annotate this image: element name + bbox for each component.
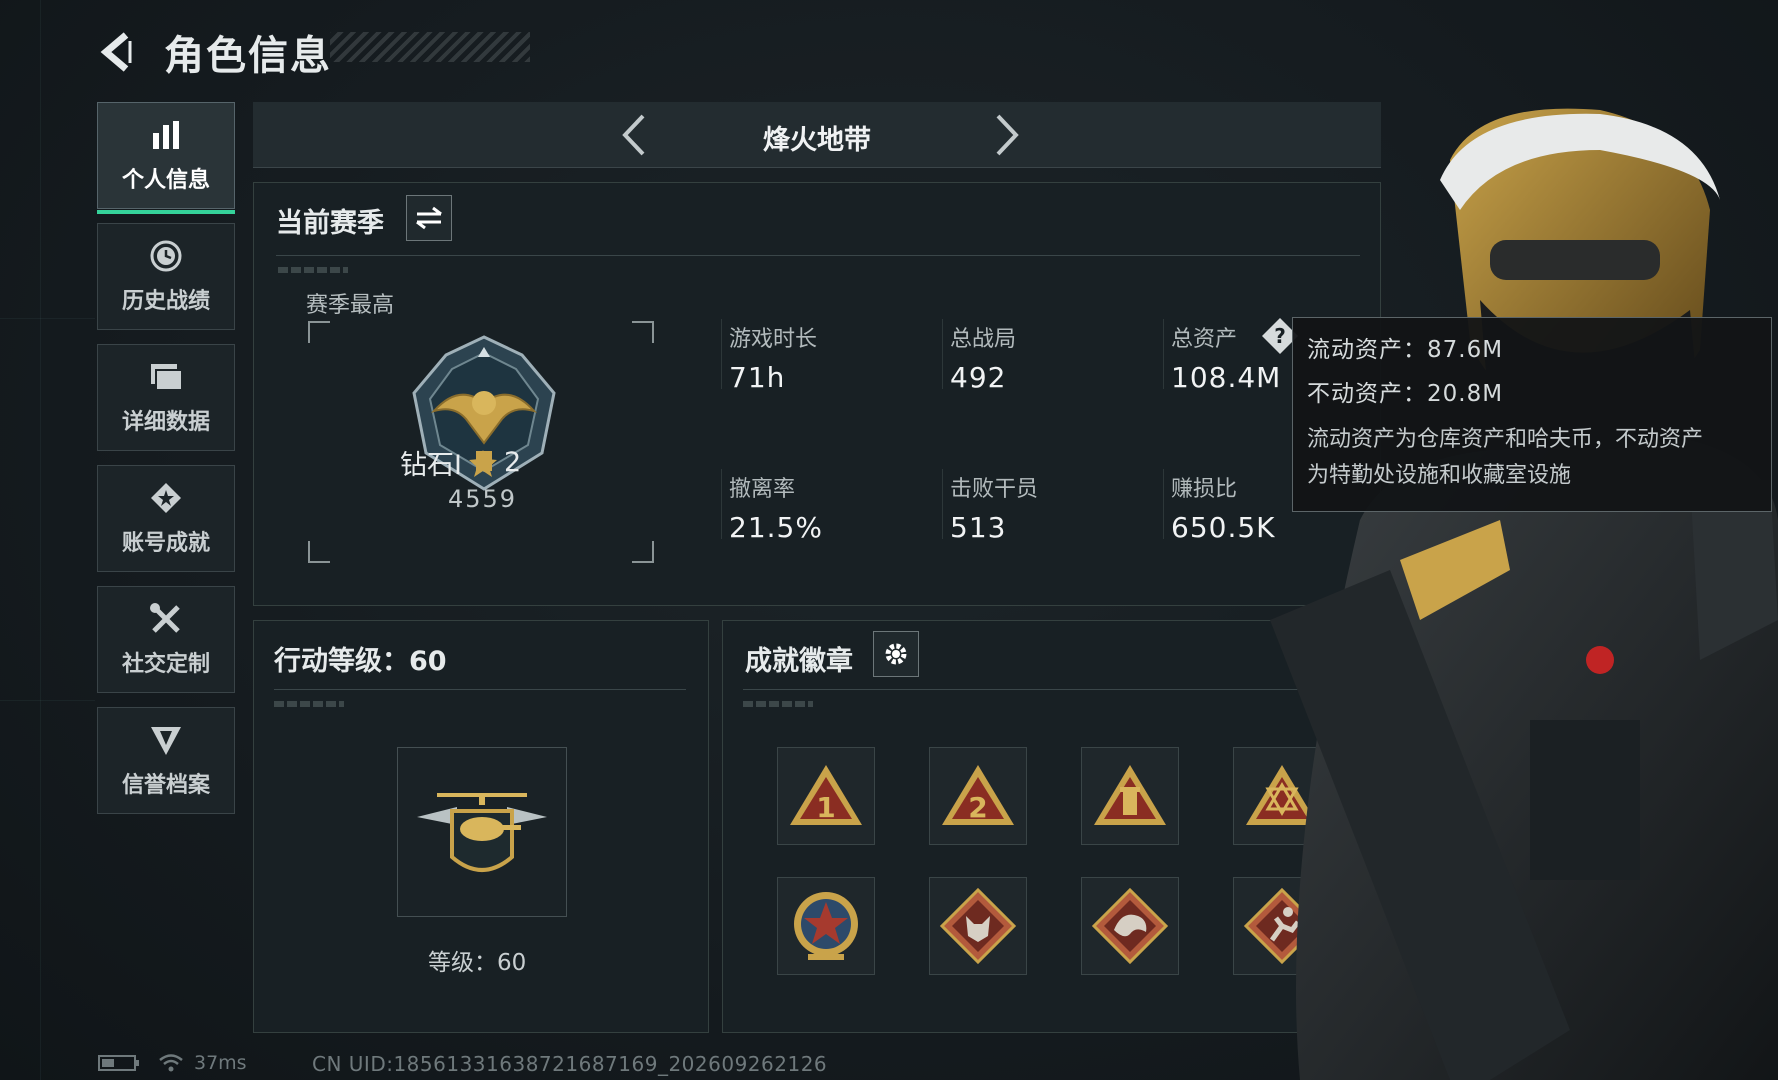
swap-season-icon[interactable] <box>406 195 452 241</box>
sidebar-item-label: 详细数据 <box>121 409 210 435</box>
divider <box>276 255 1360 256</box>
decorative-bars <box>743 701 813 707</box>
bg-gridline <box>0 318 95 319</box>
divider <box>1163 319 1164 389</box>
triangle-2-badge-icon[interactable]: 2 <box>929 747 1027 845</box>
stat-label-operators-defeated: 击败干员 <box>950 477 1039 502</box>
stat-value-profit-ratio: 650.5K <box>1171 511 1276 544</box>
stat-value-operators-defeated: 513 <box>950 511 1007 544</box>
title-decoration <box>330 32 530 62</box>
frame-corner <box>308 541 330 563</box>
star-medal-badge-icon[interactable] <box>777 877 875 975</box>
frame-corner <box>632 321 654 343</box>
user-uid: CN UID:18561331638721687169_202609262126 <box>312 1052 828 1076</box>
bg-gridline <box>0 700 95 701</box>
rank-score: 4559 <box>448 485 518 513</box>
level-title: 行动等级：60 <box>274 646 447 677</box>
badges-title: 成就徽章 <box>745 646 853 677</box>
sidebar: 个人信息 历史战绩 详细数据 账号成就 社交定制 信誉档案 <box>97 102 235 828</box>
divider <box>942 469 943 539</box>
back-arrow-icon[interactable] <box>96 29 142 75</box>
wifi-icon <box>158 1053 184 1073</box>
triangle-tower-badge-icon[interactable] <box>1081 747 1179 845</box>
sidebar-item-detailed-data[interactable]: 详细数据 <box>97 344 235 451</box>
badge-settings-gear-icon[interactable] <box>873 631 919 677</box>
sidebar-item-label: 信誉档案 <box>121 772 210 798</box>
status-footer: 37ms <box>98 1052 247 1074</box>
divider <box>1163 469 1164 539</box>
divider <box>721 319 722 389</box>
divider <box>274 689 686 690</box>
sidebar-item-label: 个人信息 <box>121 167 210 193</box>
tooltip-description-line1: 流动资产为仓库资产和哈夫币，不动资产 <box>1307 427 1704 452</box>
stat-label-profit-ratio: 赚损比 <box>1171 477 1238 502</box>
battery-icon <box>98 1054 140 1072</box>
assets-tooltip: 流动资产：87.6M 不动资产：20.8M 流动资产为仓库资产和哈夫币，不动资产… <box>1292 317 1772 512</box>
sidebar-item-credit-file[interactable]: 信誉档案 <box>97 707 235 814</box>
level-panel: 行动等级：60 等级：60 <box>253 620 709 1033</box>
data-cards-icon <box>149 360 183 394</box>
dragon-diamond-badge-icon[interactable] <box>1081 877 1179 975</box>
decorative-bars <box>278 267 348 273</box>
season-best-label: 赛季最高 <box>306 293 395 318</box>
achievement-star-icon <box>149 481 183 515</box>
rank-stars-count: 2 <box>503 447 522 478</box>
wolf-diamond-badge-icon[interactable] <box>929 877 1027 975</box>
season-title: 当前赛季 <box>276 208 384 239</box>
divider <box>721 469 722 539</box>
sidebar-item-personal-info[interactable]: 个人信息 <box>97 102 235 214</box>
level-emblem-frame <box>397 747 567 917</box>
tools-icon <box>149 602 183 636</box>
character-portrait <box>1270 100 1778 1080</box>
stat-label-total-matches: 总战局 <box>950 327 1017 352</box>
helicopter-emblem-icon <box>417 793 547 872</box>
next-mode-arrow-icon[interactable] <box>980 110 1030 160</box>
frame-corner <box>632 541 654 563</box>
level-caption: 等级：60 <box>428 950 527 976</box>
shield-emblem-icon <box>149 723 183 757</box>
triangle-1-badge-icon[interactable]: 1 <box>777 747 875 845</box>
bar-chart-icon <box>149 118 183 152</box>
tooltip-description-line2: 为特勤处设施和收藏室设施 <box>1307 463 1572 488</box>
page-header: 角色信息 <box>96 22 332 82</box>
svg-text:1: 1 <box>816 791 835 824</box>
mode-selector: 烽火地带 <box>253 102 1381 168</box>
svg-text:2: 2 <box>968 791 987 824</box>
rank-name: 钻石I <box>400 450 462 481</box>
tooltip-fixed-assets: 不动资产：20.8M <box>1307 381 1504 407</box>
stat-label-total-assets: 总资产 <box>1171 327 1238 352</box>
rank-star-icon <box>468 448 498 478</box>
stat-value-playtime: 71h <box>729 361 786 394</box>
sidebar-item-label: 历史战绩 <box>121 288 210 314</box>
frame-corner <box>308 321 330 343</box>
rank-label: 钻石I 2 <box>400 443 521 482</box>
stat-value-total-matches: 492 <box>950 361 1007 394</box>
season-panel: 当前赛季 赛季最高 钻石I 2 4559 游戏时长 71h 总战局 492 总资… <box>253 182 1381 606</box>
sidebar-item-label: 账号成就 <box>121 530 210 556</box>
sidebar-item-social-custom[interactable]: 社交定制 <box>97 586 235 693</box>
sidebar-item-label: 社交定制 <box>121 651 210 677</box>
sidebar-item-history[interactable]: 历史战绩 <box>97 223 235 330</box>
bg-gridline <box>40 0 41 1080</box>
divider <box>942 319 943 389</box>
page-title: 角色信息 <box>164 33 332 79</box>
stat-label-playtime: 游戏时长 <box>729 327 818 352</box>
sidebar-item-achievements[interactable]: 账号成就 <box>97 465 235 572</box>
history-clock-icon <box>149 239 183 273</box>
tooltip-liquid-assets: 流动资产：87.6M <box>1307 337 1504 363</box>
ping-value: 37ms <box>194 1052 247 1074</box>
decorative-bars <box>274 701 344 707</box>
mode-title: 烽火地带 <box>763 125 871 156</box>
stat-label-extract-rate: 撤离率 <box>729 477 796 502</box>
stat-value-total-assets: 108.4M <box>1171 361 1282 394</box>
stat-value-extract-rate: 21.5% <box>729 511 823 544</box>
